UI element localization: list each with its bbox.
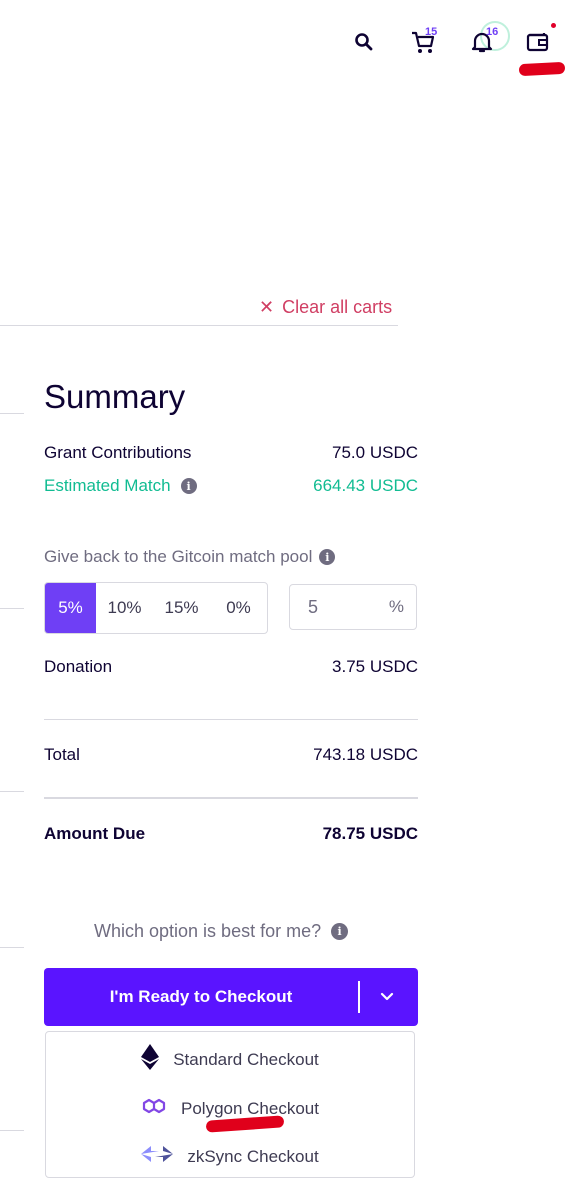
- which-option-label: Which option is best for me?: [94, 921, 322, 941]
- left-divider: [0, 791, 24, 792]
- total-value: 743.18 USDC: [313, 745, 418, 764]
- bell-icon[interactable]: 16: [468, 21, 510, 56]
- estimated-match-label: Estimated Match: [44, 476, 171, 495]
- grant-contributions-label: Grant Contributions: [44, 443, 192, 462]
- cart-count-badge: 15: [425, 26, 438, 38]
- percent-option-15[interactable]: 15%: [153, 583, 210, 633]
- wallet-icon[interactable]: [524, 28, 552, 56]
- amount-due-row: Amount Due 78.75 USDC: [44, 824, 418, 844]
- checkout-button[interactable]: I'm Ready to Checkout: [44, 968, 418, 1026]
- annotation-mark: [518, 61, 566, 77]
- menu-item-label: zkSync Checkout: [187, 1146, 319, 1166]
- ethereum-icon: [141, 1044, 160, 1075]
- give-back-row: Give back to the Gitcoin match pool i: [44, 547, 418, 567]
- left-divider: [0, 1130, 24, 1131]
- info-icon[interactable]: i: [331, 923, 349, 940]
- search-icon[interactable]: [350, 28, 378, 56]
- divider: [44, 719, 418, 720]
- amount-due-value: 78.75 USDC: [322, 824, 418, 843]
- percent-option-5[interactable]: 5%: [45, 583, 96, 633]
- left-divider: [0, 947, 24, 948]
- close-icon: ✕: [259, 297, 275, 317]
- left-divider: [0, 608, 24, 609]
- percent-unit: %: [388, 597, 404, 616]
- chevron-down-icon[interactable]: [374, 992, 400, 1002]
- donation-label: Donation: [44, 657, 113, 676]
- percent-option-10[interactable]: 10%: [96, 583, 153, 633]
- left-divider: [0, 413, 24, 414]
- clear-all-carts-button[interactable]: ✕ Clear all carts: [259, 297, 392, 318]
- info-icon[interactable]: i: [180, 478, 197, 494]
- estimated-match-row: Estimated Match i 664.43 USDC: [44, 476, 418, 496]
- divider: [44, 797, 418, 799]
- wallet-status-dot: [551, 23, 556, 28]
- custom-percent-value: 5: [308, 596, 319, 617]
- grant-contributions-row: Grant Contributions 75.0 USDC: [44, 443, 418, 463]
- menu-item-label: Polygon Checkout: [181, 1098, 319, 1118]
- menu-item-polygon-checkout[interactable]: Polygon Checkout: [46, 1096, 414, 1121]
- checkout-button-label: I'm Ready to Checkout: [109, 987, 293, 1006]
- amount-due-label: Amount Due: [44, 824, 146, 843]
- menu-item-standard-checkout[interactable]: Standard Checkout: [46, 1044, 414, 1075]
- total-row: Total 743.18 USDC: [44, 745, 418, 765]
- clear-all-carts-label: Clear all carts: [282, 297, 393, 317]
- custom-percent-input[interactable]: 5 %: [289, 584, 417, 630]
- give-back-label: Give back to the Gitcoin match pool: [44, 547, 313, 566]
- grant-contributions-value: 75.0 USDC: [332, 443, 418, 462]
- total-label: Total: [44, 745, 80, 764]
- donation-value: 3.75 USDC: [332, 657, 418, 676]
- donation-row: Donation 3.75 USDC: [44, 657, 418, 677]
- polygon-icon: [141, 1096, 167, 1121]
- notification-count-badge: 16: [486, 26, 499, 38]
- menu-item-label: Standard Checkout: [173, 1049, 319, 1069]
- menu-item-zksync-checkout[interactable]: zkSync Checkout: [46, 1144, 414, 1169]
- summary-title: Summary: [44, 378, 186, 415]
- checkout-options-menu: Standard Checkout Polygon Checkout zkSyn…: [45, 1031, 415, 1178]
- percent-options: 5% 10% 15% 0%: [44, 582, 268, 634]
- info-icon[interactable]: i: [319, 549, 336, 565]
- which-option-link[interactable]: Which option is best for me? i: [94, 921, 349, 942]
- cart-icon[interactable]: 15: [406, 26, 440, 56]
- percent-option-0[interactable]: 0%: [210, 583, 267, 633]
- header-divider: [0, 325, 398, 326]
- button-separator: [358, 981, 360, 1013]
- estimated-match-value: 664.43 USDC: [313, 476, 418, 495]
- zksync-icon: [141, 1144, 174, 1169]
